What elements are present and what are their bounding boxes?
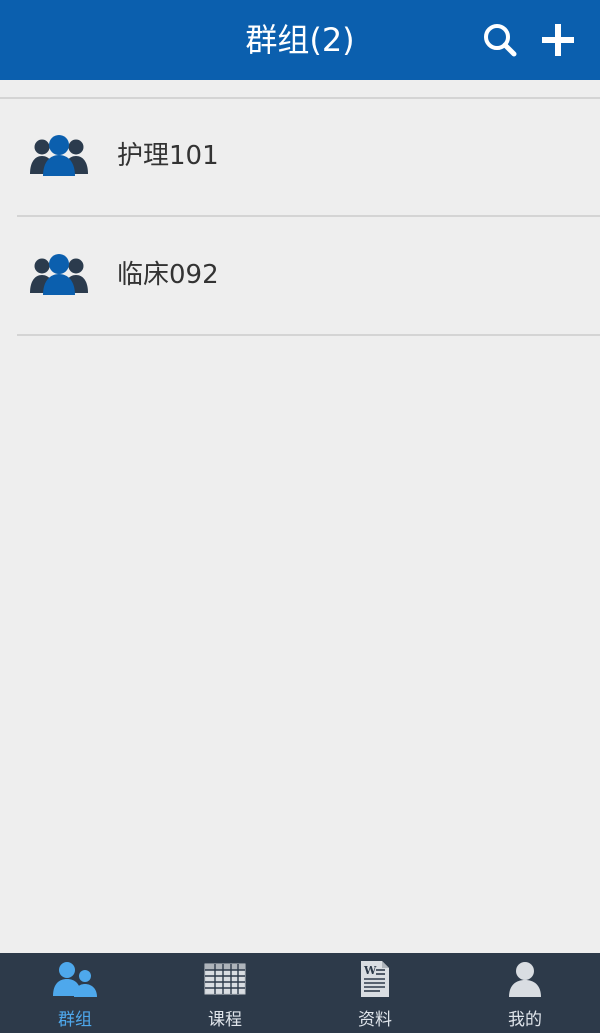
tab-label: 群组 xyxy=(58,1010,92,1030)
svg-text:W: W xyxy=(363,964,377,977)
tab-label: 课程 xyxy=(208,1010,242,1030)
group-icon xyxy=(30,254,88,295)
tab-materials[interactable]: W 资料 xyxy=(300,953,450,1033)
tab-me[interactable]: 我的 xyxy=(450,953,600,1033)
tab-label: 我的 xyxy=(508,1010,542,1030)
document-icon: W xyxy=(361,961,389,997)
group-name: 临床092 xyxy=(117,260,219,290)
group-icon xyxy=(30,135,88,176)
group-list-item[interactable]: 护理101 xyxy=(17,98,600,217)
plus-icon xyxy=(542,24,574,56)
group-name: 护理101 xyxy=(117,141,219,171)
user-icon xyxy=(509,962,541,997)
tab-courses[interactable]: 课程 xyxy=(150,953,300,1033)
search-button[interactable] xyxy=(478,18,522,62)
schedule-table-icon xyxy=(204,963,246,995)
top-app-bar: 群组(2) xyxy=(0,0,600,80)
search-icon xyxy=(484,24,517,57)
group-icon xyxy=(53,962,97,997)
bottom-tab-bar: 群组 课程 W 资料 我的 xyxy=(0,953,600,1033)
group-list: 护理101 临床092 xyxy=(0,97,600,336)
add-button[interactable] xyxy=(536,18,580,62)
group-list-item[interactable]: 临床092 xyxy=(17,217,600,336)
tab-label: 资料 xyxy=(358,1010,392,1030)
tab-groups[interactable]: 群组 xyxy=(0,953,150,1033)
